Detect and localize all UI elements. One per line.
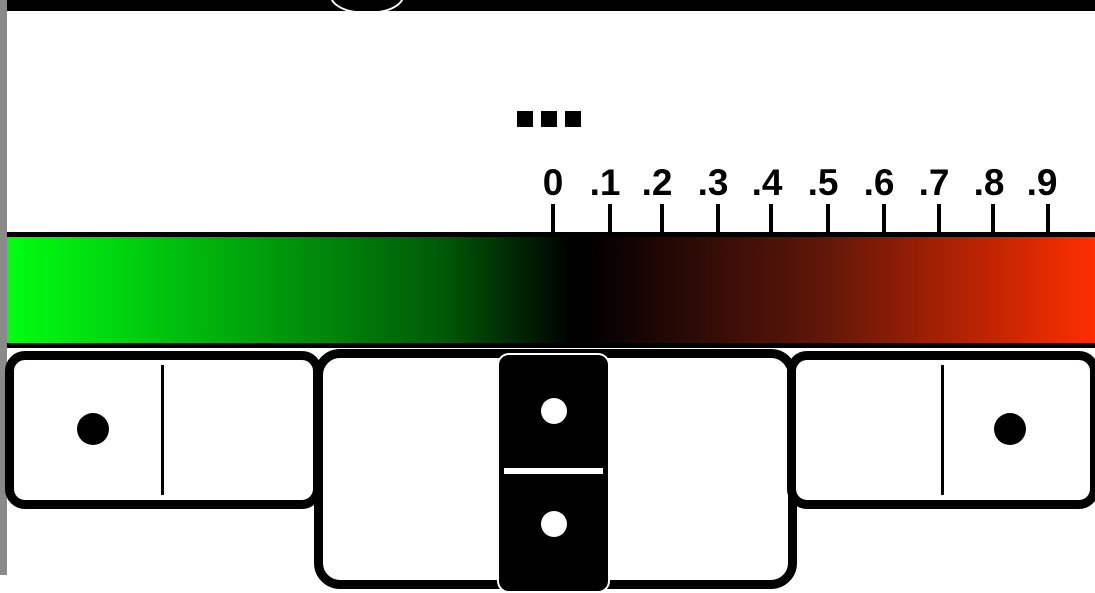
scale-tick [716,204,720,234]
scale-tick [769,204,773,234]
menu-dot [517,111,533,127]
scale-label: .4 [751,162,783,203]
scale-label: 0 [542,162,564,203]
pip [541,398,567,424]
scale-tick [608,204,612,234]
scale-label: .8 [973,162,1005,203]
tile-divider [941,365,944,495]
scale-tick [991,204,995,234]
scale-label: .6 [863,162,895,203]
top-knob-icon[interactable] [330,0,404,14]
pip [77,413,109,445]
domino-tile-center[interactable] [497,353,610,593]
menu-dot [541,111,557,127]
menu-dot [565,111,581,127]
scale-tick [1046,204,1050,234]
domino-tile-left[interactable] [5,351,322,509]
domino-divider [504,468,603,474]
gradient-scale-bar [7,232,1095,348]
scale-label: .1 [589,162,621,203]
scale-label: .7 [918,162,950,203]
pip [994,413,1026,445]
scale-tick [826,204,830,234]
pip [541,511,567,537]
scale-tick [551,204,555,234]
ellipsis-squares-icon[interactable] [517,111,581,127]
tile-divider [161,365,164,495]
scale-labels: 0 .1 .2 .3 .4 .5 .6 .7 .8 .9 [0,160,1095,205]
top-bar [7,0,1095,14]
scale-tick [660,204,664,234]
scale-label: .5 [807,162,839,203]
scale-label: .2 [641,162,673,203]
scale-label: .9 [1026,162,1058,203]
scale-tick [937,204,941,234]
domino-tile-right[interactable] [787,351,1095,509]
scale-tick [882,204,886,234]
scale-label: .3 [697,162,729,203]
